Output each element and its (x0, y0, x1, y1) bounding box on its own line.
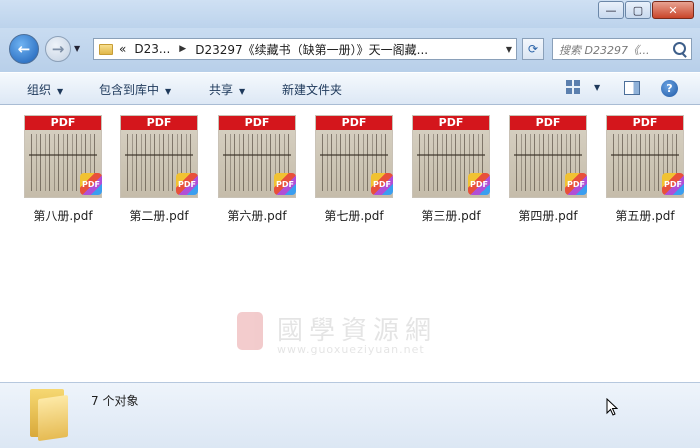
new-folder-button[interactable]: 新建文件夹 (282, 81, 342, 98)
pdf-label: PDF (316, 116, 392, 130)
address-bar[interactable]: « D23... ▶ D23297《续藏书（缺第一册）》天一阁藏... ▼ (93, 38, 517, 60)
close-button[interactable]: ✕ (652, 1, 694, 19)
pdf-label: PDF (25, 116, 101, 130)
file-item[interactable]: PDF PDF 第八册.pdf (20, 113, 114, 225)
breadcrumb-overflow[interactable]: « (119, 42, 126, 56)
pdf-app-icon: PDF (176, 173, 198, 195)
item-count: 7 个对象 (91, 394, 139, 408)
chevron-down-icon: ▼ (165, 87, 172, 96)
arrow-right-icon: → (51, 40, 65, 58)
pdf-app-icon: PDF (565, 173, 587, 195)
file-item[interactable]: PDF PDF 第五册.pdf (602, 113, 696, 225)
folder-icon (30, 389, 68, 442)
seal-logo (237, 312, 263, 350)
file-name: 第三册.pdf (421, 209, 481, 223)
recent-pages-dropdown[interactable]: ▼ (74, 44, 80, 53)
watermark: 國學資源網 www.guoxueziyuan.net (237, 310, 467, 358)
file-item[interactable]: PDF PDF 第四册.pdf (505, 113, 599, 225)
file-item[interactable]: PDF PDF 第三册.pdf (408, 113, 502, 225)
address-row: ← → ▼ « D23... ▶ D23297《续藏书（缺第一册）》天一阁藏..… (0, 28, 700, 72)
minimize-button[interactable]: — (598, 1, 624, 19)
share-menu[interactable]: 共享 ▼ (209, 81, 245, 98)
pdf-label: PDF (121, 116, 197, 130)
pdf-label: PDF (219, 116, 295, 130)
file-item[interactable]: PDF PDF 第六册.pdf (214, 113, 308, 225)
watermark-title: 國學資源網 (277, 316, 438, 346)
command-bar: 组织 ▼ 包含到库中 ▼ 共享 ▼ 新建文件夹 ▼ ? (0, 72, 700, 105)
title-bar: — ▢ ✕ (0, 0, 700, 28)
pdf-label: PDF (607, 116, 683, 130)
pdf-app-icon: PDF (468, 173, 490, 195)
search-icon[interactable] (673, 42, 686, 55)
change-view-icon[interactable] (566, 80, 581, 95)
chevron-down-icon: ▼ (57, 87, 64, 96)
address-dropdown-icon[interactable]: ▼ (506, 45, 512, 54)
pdf-app-icon: PDF (80, 173, 102, 195)
details-pane: 7 个对象 (0, 382, 700, 448)
window-controls: — ▢ ✕ (597, 1, 694, 19)
folder-icon (99, 43, 113, 55)
file-item[interactable]: PDF PDF 第七册.pdf (311, 113, 405, 225)
file-name: 第七册.pdf (324, 209, 384, 223)
watermark-url: www.guoxueziyuan.net (277, 343, 425, 356)
pdf-app-icon: PDF (371, 173, 393, 195)
refresh-icon: ⟳ (527, 42, 539, 56)
search-input[interactable] (557, 40, 673, 60)
pdf-app-icon: PDF (662, 173, 684, 195)
back-button[interactable]: ← (9, 34, 39, 64)
chevron-right-icon[interactable]: ▶ (179, 44, 186, 54)
file-name: 第六册.pdf (227, 209, 287, 223)
maximize-button[interactable]: ▢ (625, 1, 651, 19)
forward-button[interactable]: → (45, 36, 71, 62)
breadcrumb-item[interactable]: D23... (134, 42, 170, 56)
arrow-left-icon: ← (17, 40, 31, 58)
file-name: 第五册.pdf (615, 209, 675, 223)
file-name: 第四册.pdf (518, 209, 578, 223)
refresh-button[interactable]: ⟳ (522, 38, 544, 60)
pdf-label: PDF (510, 116, 586, 130)
file-item[interactable]: PDF PDF 第二册.pdf (116, 113, 210, 225)
organize-menu[interactable]: 组织 ▼ (27, 81, 63, 98)
pdf-app-icon: PDF (274, 173, 296, 195)
include-library-menu[interactable]: 包含到库中 ▼ (99, 81, 171, 98)
help-icon[interactable]: ? (661, 80, 678, 97)
file-name: 第二册.pdf (129, 209, 189, 223)
pdf-label: PDF (413, 116, 489, 130)
view-options-dropdown[interactable]: ▼ (594, 83, 600, 92)
search-box (552, 38, 692, 60)
chevron-down-icon: ▼ (239, 87, 246, 96)
breadcrumb-current[interactable]: D23297《续藏书（缺第一册）》天一阁藏... (195, 41, 428, 58)
file-name: 第八册.pdf (33, 209, 93, 223)
file-list: 國學資源網 www.guoxueziyuan.net PDF PDF 第八册.pdf… (0, 105, 700, 382)
preview-pane-icon[interactable] (624, 81, 640, 95)
